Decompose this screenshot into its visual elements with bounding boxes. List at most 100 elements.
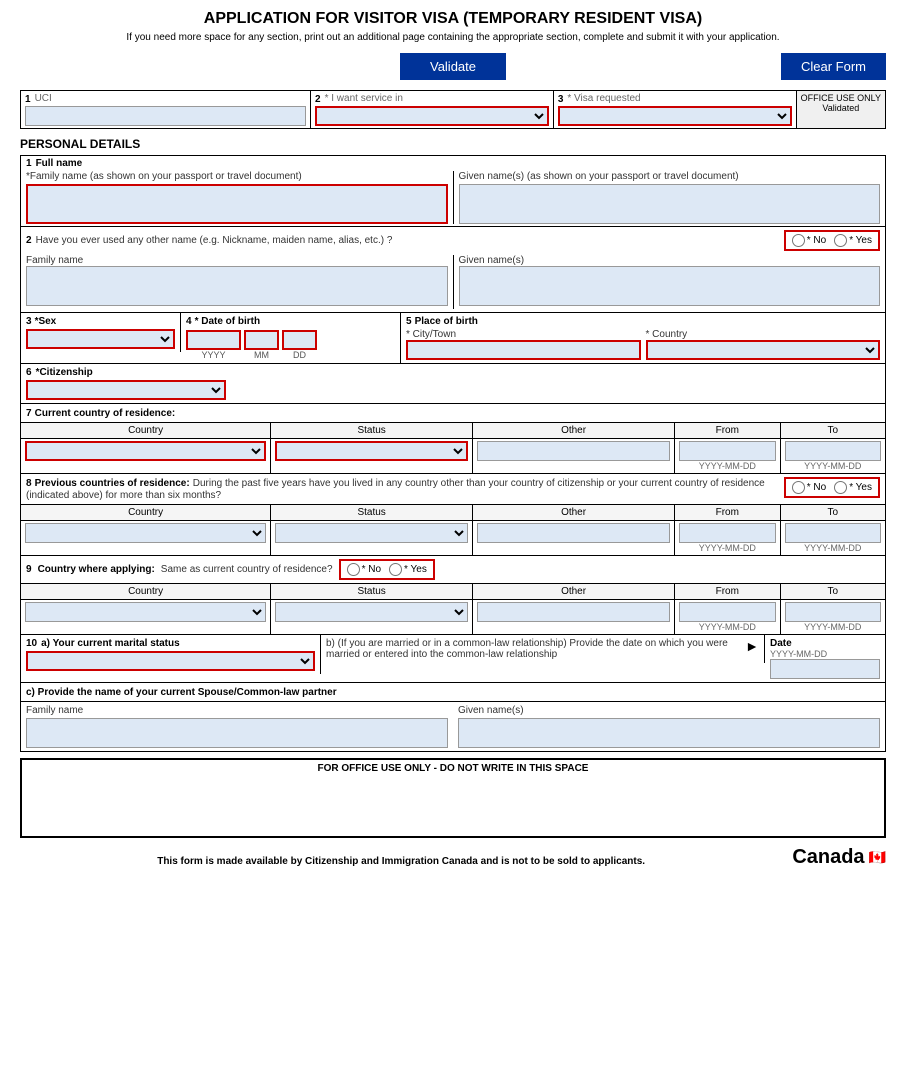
marital-date-input[interactable] <box>770 659 880 679</box>
othername-yes-option[interactable]: * Yes <box>834 234 872 247</box>
spouse-given-section: Given name(s) <box>458 705 880 748</box>
prev-residence-no-label: * No <box>807 482 826 493</box>
visa-label: * Visa requested <box>567 93 640 104</box>
othername-family-input[interactable] <box>26 266 448 306</box>
marital-row: 10 a) Your current marital status Single… <box>21 635 885 683</box>
page-subtitle: If you need more space for any section, … <box>20 32 886 43</box>
current-other-cell <box>473 439 675 473</box>
applying-from-cell: YYYY-MM-DD <box>675 600 780 634</box>
personal-details-header: PERSONAL DETAILS <box>20 137 886 151</box>
current-status-select[interactable] <box>275 441 468 461</box>
col-to-header: To <box>781 423 885 438</box>
marital-b-content: b) (If you are married or in a common-la… <box>326 638 759 660</box>
row10-num: 10 <box>26 638 37 649</box>
to-date-hint: YYYY-MM-DD <box>785 461 881 471</box>
applying-no-radio[interactable] <box>347 563 360 576</box>
current-from-input[interactable] <box>679 441 775 461</box>
prev-country-select[interactable] <box>25 523 266 543</box>
othername-radio-group: * No * Yes <box>784 230 880 251</box>
current-status-cell <box>271 439 473 473</box>
pob-country-group: * Country <box>646 329 881 360</box>
service-select[interactable] <box>315 106 549 126</box>
sex-select[interactable]: Male Female <box>26 329 175 349</box>
citizenship-select[interactable] <box>26 380 226 400</box>
prev-other-input[interactable] <box>477 523 670 543</box>
uci-num: 1 <box>25 94 31 105</box>
visa-select[interactable] <box>558 106 792 126</box>
prev-col-other: Other <box>473 505 675 520</box>
applying-grid-header: Country Status Other From To <box>21 584 885 600</box>
footer: This form is made available by Citizensh… <box>20 846 886 869</box>
dob-year-group: YYYY <box>186 330 241 360</box>
applying-yes-radio[interactable] <box>389 563 402 576</box>
family-name-input[interactable] <box>26 184 448 224</box>
marital-status-select[interactable]: Single Married Common-law Divorced Widow… <box>26 651 315 671</box>
pob-country-select[interactable] <box>646 340 881 360</box>
pob-city-input[interactable] <box>406 340 641 360</box>
row2-num: 2 <box>26 235 32 246</box>
current-residence-section: 7 Current country of residence: Country … <box>21 404 885 474</box>
prev-residence-yes-option[interactable]: * Yes <box>834 481 872 494</box>
othername-family-section: Family name <box>26 255 454 309</box>
current-country-cell <box>21 439 271 473</box>
current-country-select[interactable] <box>25 441 266 461</box>
row3-num: 3 <box>26 316 32 327</box>
othername-row: 2 Have you ever used any other name (e.g… <box>21 227 885 313</box>
sex-dob-pob-row: 3 *Sex Male Female 4 * Date of birth <box>21 313 885 364</box>
pob-city-group: * City/Town <box>406 329 641 360</box>
prev-col-from: From <box>675 505 780 520</box>
othername-given-input[interactable] <box>459 266 881 306</box>
current-to-input[interactable] <box>785 441 881 461</box>
validate-button[interactable]: Validate <box>400 53 506 80</box>
applying-to-input[interactable] <box>785 602 881 622</box>
prev-status-select[interactable] <box>275 523 468 543</box>
applying-other-input[interactable] <box>477 602 670 622</box>
current-other-input[interactable] <box>477 441 670 461</box>
prev-residence-data-row: YYYY-MM-DD YYYY-MM-DD <box>21 521 885 556</box>
applying-from-input[interactable] <box>679 602 775 622</box>
prev-residence-no-radio[interactable] <box>792 481 805 494</box>
dob-yyyy-label: YYYY <box>186 350 241 360</box>
service-num: 2 <box>315 94 321 105</box>
prev-other-cell <box>473 521 675 555</box>
spouse-family-input[interactable] <box>26 718 448 748</box>
sex-label: *Sex <box>35 316 57 327</box>
applying-status-cell <box>271 600 473 634</box>
applying-status-select[interactable] <box>275 602 468 622</box>
prev-to-input[interactable] <box>785 523 881 543</box>
applying-country-radio-group: * No * Yes <box>339 559 435 580</box>
row4-num: 4 <box>186 316 192 327</box>
prev-residence-radio-group: * No * Yes <box>784 477 880 498</box>
dob-month-input[interactable] <box>244 330 279 350</box>
row8-num: 8 <box>26 478 32 489</box>
prev-residence-grid-header: Country Status Other From To <box>21 505 885 521</box>
uci-input[interactable] <box>25 106 306 126</box>
spouse-given-input[interactable] <box>458 718 880 748</box>
top-fields-row: 1 UCI 2 * I want service in 3 * Visa req… <box>20 90 886 129</box>
given-names-input[interactable] <box>459 184 881 224</box>
marital-b-label: b) (If you are married or in a common-la… <box>326 638 741 660</box>
clear-form-button[interactable]: Clear Form <box>781 53 886 80</box>
othername-no-radio[interactable] <box>792 234 805 247</box>
applying-yes-option[interactable]: * Yes <box>389 563 427 576</box>
othername-family-label: Family name <box>26 255 448 266</box>
applying-no-option[interactable]: * No <box>347 563 381 576</box>
applying-country-select[interactable] <box>25 602 266 622</box>
dob-month-group: MM <box>244 330 279 360</box>
city-label: * City/Town <box>406 329 641 340</box>
prev-residence-no-option[interactable]: * No <box>792 481 826 494</box>
applying-from-hint: YYYY-MM-DD <box>679 622 775 632</box>
dob-day-input[interactable] <box>282 330 317 350</box>
pob-inputs-row: * City/Town * Country <box>406 329 880 360</box>
prev-residence-header: 8 Previous countries of residence: Durin… <box>21 474 885 505</box>
office-use-status: Validated <box>801 103 881 113</box>
othername-no-option[interactable]: * No <box>792 234 826 247</box>
prev-from-input[interactable] <box>679 523 775 543</box>
othername-yes-radio[interactable] <box>834 234 847 247</box>
for-office-label: FOR OFFICE USE ONLY - DO NOT WRITE IN TH… <box>25 763 881 774</box>
current-residence-grid-header: Country Status Other From To <box>21 423 885 439</box>
prev-residence-yes-radio[interactable] <box>834 481 847 494</box>
prev-residence-yes-label: * Yes <box>849 482 872 493</box>
dob-year-input[interactable] <box>186 330 241 350</box>
current-from-cell: YYYY-MM-DD <box>675 439 780 473</box>
